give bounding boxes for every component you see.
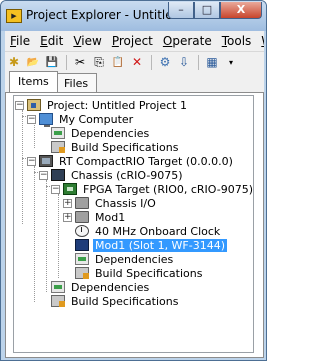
menu-tools[interactable]: Tools	[217, 34, 257, 48]
tree-item-chassis-io[interactable]: + Chassis I/O	[63, 196, 158, 210]
menu-window[interactable]: Windo	[256, 34, 264, 48]
expand-toggle[interactable]: +	[63, 212, 72, 222]
collapse-toggle[interactable]: −	[27, 156, 36, 166]
tab-strip: Items Files	[5, 71, 264, 93]
chevron-down-icon[interactable]: ▾	[222, 54, 240, 70]
chassis-icon	[51, 169, 65, 181]
build-specifications-icon	[75, 267, 89, 279]
tab-files[interactable]: Files	[55, 73, 98, 92]
toolbar: ✱ 📂 💾 ✂ ⎘ 📋 ✕ ⚙ ⇩ ▦ ▾	[5, 51, 264, 72]
tree-item-fpga-target[interactable]: − FPGA Target (RIO0, cRIO-9075)	[51, 182, 255, 196]
view-icon[interactable]: ▦	[203, 54, 221, 70]
tree-item-onboard-clock[interactable]: 40 MHz Onboard Clock	[75, 224, 222, 238]
dependencies-icon	[75, 253, 89, 265]
copy-icon[interactable]: ⎘	[90, 54, 108, 70]
tree-line	[22, 110, 23, 224]
tree-item-build-specifications[interactable]: Build Specifications	[51, 140, 180, 154]
selected-item-label: Mod1 (Slot 1, WF-3144)	[93, 238, 228, 252]
collapse-toggle[interactable]: −	[15, 100, 24, 110]
collapse-toggle[interactable]: −	[27, 114, 36, 124]
c-series-module-icon	[75, 239, 89, 251]
menu-edit[interactable]: Edit	[35, 34, 68, 48]
title-bar[interactable]: ▶ Project Explorer - Untitled Pro... – □…	[1, 1, 266, 31]
tree-item-fpga-build-specifications[interactable]: Build Specifications	[75, 266, 204, 280]
tree-item-project[interactable]: − Project: Untitled Project 1	[15, 98, 189, 112]
folder-icon	[75, 197, 89, 209]
toolbar-separator	[151, 54, 152, 70]
tree-item-rt-dependencies[interactable]: Dependencies	[51, 280, 151, 294]
build-specifications-icon	[51, 141, 65, 153]
folder-icon	[75, 211, 89, 223]
collapse-toggle[interactable]: −	[51, 184, 60, 194]
build-icon[interactable]: ⚙	[156, 54, 174, 70]
project-tree[interactable]: − Project: Untitled Project 1 − My Compu…	[13, 95, 254, 353]
rt-target-icon	[39, 155, 53, 167]
build-specifications-icon	[51, 295, 65, 307]
expand-toggle[interactable]: +	[63, 198, 72, 208]
deploy-icon[interactable]: ⇩	[175, 54, 193, 70]
paste-icon[interactable]: 📋	[109, 54, 127, 70]
fpga-target-icon	[63, 183, 77, 195]
project-icon	[27, 99, 41, 111]
collapse-toggle[interactable]: −	[39, 170, 48, 180]
tree-item-fpga-dependencies[interactable]: Dependencies	[75, 252, 175, 266]
save-all-icon[interactable]: 💾	[43, 54, 61, 70]
tree-item-dependencies[interactable]: Dependencies	[51, 126, 151, 140]
menu-bar: File Edit View Project Operate Tools Win…	[5, 31, 264, 51]
tree-item-mod1-slot1[interactable]: Mod1 (Slot 1, WF-3144)	[75, 238, 228, 252]
caption-buttons: – □ X	[168, 2, 262, 20]
tree-item-my-computer[interactable]: − My Computer	[27, 112, 135, 127]
tab-items[interactable]: Items	[9, 71, 58, 92]
maximize-button[interactable]: □	[194, 2, 220, 19]
toolbar-separator	[198, 54, 199, 70]
minimize-button[interactable]: –	[168, 2, 194, 19]
new-icon[interactable]: ✱	[5, 54, 23, 70]
toolbar-separator	[66, 54, 67, 70]
tree-item-rt-build-specifications[interactable]: Build Specifications	[51, 294, 180, 308]
tree-item-rt-target[interactable]: − RT CompactRIO Target (0.0.0.0)	[27, 154, 235, 168]
menu-view[interactable]: View	[68, 34, 106, 48]
menu-operate[interactable]: Operate	[158, 34, 217, 48]
dependencies-icon	[51, 127, 65, 139]
tree-item-chassis[interactable]: − Chassis (cRIO-9075)	[39, 168, 185, 182]
close-button[interactable]: X	[220, 2, 262, 19]
menu-file[interactable]: File	[5, 34, 35, 48]
tree-line	[58, 194, 59, 278]
open-icon[interactable]: 📂	[24, 54, 42, 70]
items-panel: − Project: Untitled Project 1 − My Compu…	[5, 92, 264, 358]
tree-line	[34, 166, 35, 302]
tree-item-mod1-folder[interactable]: + Mod1	[63, 210, 127, 224]
menu-project[interactable]: Project	[107, 34, 158, 48]
project-explorer-window: ▶ Project Explorer - Untitled Pro... – □…	[0, 0, 267, 361]
dependencies-icon	[51, 281, 65, 293]
delete-icon[interactable]: ✕	[128, 54, 146, 70]
cut-icon[interactable]: ✂	[71, 54, 89, 70]
labview-project-icon: ▶	[6, 9, 22, 23]
tree-line	[46, 180, 47, 292]
computer-icon	[39, 113, 53, 127]
clock-icon	[75, 225, 89, 237]
